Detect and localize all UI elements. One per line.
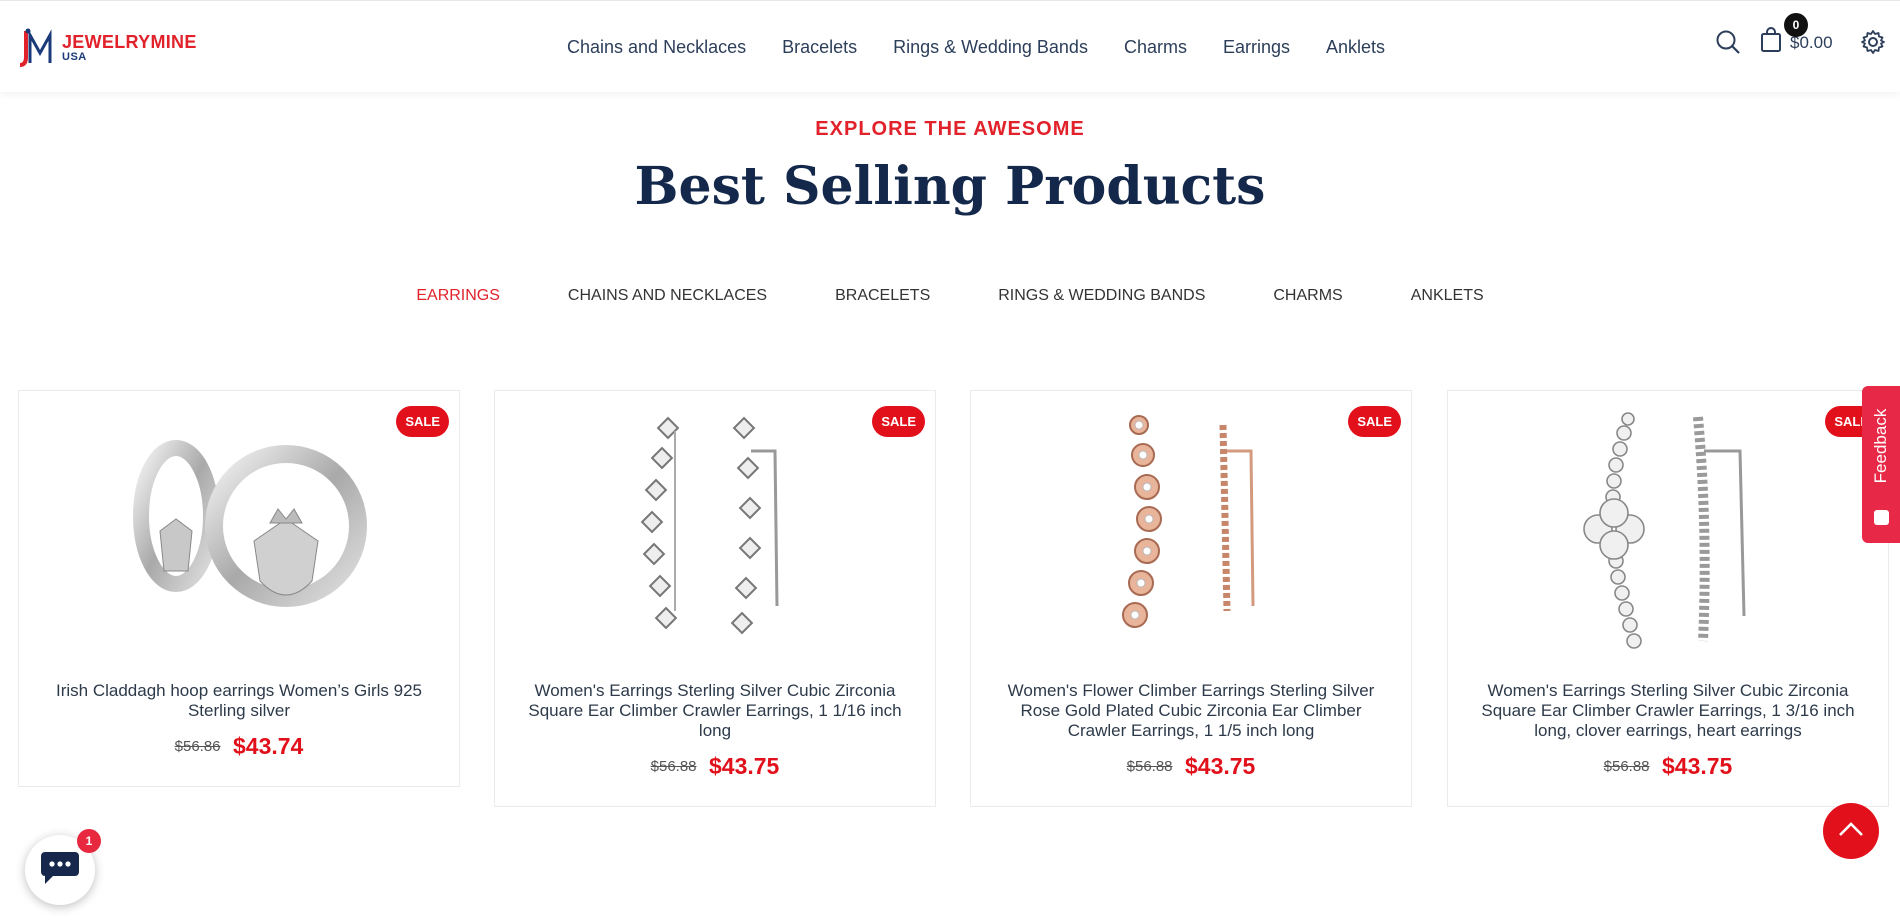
product-image[interactable]: SALE	[495, 391, 935, 681]
site-logo[interactable]: JEWELRYMINE USA	[19, 27, 197, 69]
tab-bracelets[interactable]: BRACELETS	[835, 287, 930, 305]
logo-mark-icon	[19, 27, 58, 69]
product-image[interactable]: SALE	[1448, 391, 1888, 681]
sale-price: $43.74	[232, 733, 304, 759]
chat-unread-badge: 1	[77, 829, 101, 853]
logo-sub: USA	[62, 51, 87, 63]
section-eyebrow: EXPLORE THE AWESOME	[815, 118, 1085, 140]
flower-climber-earrings-image	[1122, 415, 1255, 628]
sale-badge: SALE	[872, 406, 925, 437]
tab-earrings[interactable]: EARRINGS	[416, 287, 500, 305]
section-title: Best Selling Products	[634, 156, 1266, 217]
nav-earrings[interactable]: Earrings	[1223, 37, 1290, 58]
cart-count-badge: 0	[1784, 13, 1808, 37]
site-header: JEWELRYMINE USA Chains and Necklaces Bra…	[0, 0, 1900, 92]
sale-badge: SALE	[1348, 406, 1401, 437]
logo-brand: JEWELRYMINE	[62, 32, 197, 52]
back-to-top-button[interactable]	[1823, 803, 1879, 859]
tab-anklets[interactable]: ANKLETS	[1411, 287, 1484, 305]
chevron-up-icon	[1838, 821, 1864, 842]
product-title[interactable]: Women's Earrings Sterling Silver Cubic Z…	[495, 681, 935, 741]
tab-chains-and-necklaces[interactable]: CHAINS AND NECKLACES	[568, 287, 767, 305]
product-image[interactable]: SALE	[971, 391, 1411, 681]
product-title[interactable]: Women's Earrings Sterling Silver Cubic Z…	[1448, 681, 1888, 741]
old-price: $56.88	[1126, 758, 1173, 775]
product-card[interactable]: SALE Women's Earrings Sterling Silver Cu	[494, 390, 936, 807]
nav-rings-wedding-bands[interactable]: Rings & Wedding Bands	[893, 37, 1088, 58]
feedback-label: Feedback	[1871, 408, 1890, 484]
square-ear-climber-earrings-image	[640, 416, 779, 635]
gear-icon[interactable]	[1860, 29, 1886, 60]
nav-anklets[interactable]: Anklets	[1326, 37, 1385, 58]
old-price: $56.86	[174, 738, 221, 755]
sale-price: $43.75	[1661, 753, 1733, 779]
product-card[interactable]: SALE Women's Earrings Sterling Silver Cu…	[1447, 390, 1889, 807]
product-title[interactable]: Irish Claddagh hoop earrings Women’s Gir…	[19, 681, 459, 721]
main-nav: Chains and Necklaces Bracelets Rings & W…	[567, 37, 1385, 58]
feedback-icon	[1874, 510, 1889, 525]
category-tabs: EARRINGS CHAINS AND NECKLACES BRACELETS …	[0, 287, 1900, 305]
nav-chains-and-necklaces[interactable]: Chains and Necklaces	[567, 37, 746, 58]
clover-heart-climber-earrings-image	[1583, 412, 1746, 649]
sale-price: $43.75	[1184, 753, 1256, 779]
sale-price: $43.75	[708, 753, 780, 779]
old-price: $56.88	[1603, 758, 1650, 775]
shopping-bag-icon	[1760, 27, 1782, 58]
product-card[interactable]: SALE Irish Claddagh hoop earrings Women’…	[18, 390, 460, 787]
tab-rings-wedding-bands[interactable]: RINGS & WEDDING BANDS	[998, 287, 1205, 305]
feedback-tab[interactable]: Feedback	[1862, 386, 1900, 543]
product-image[interactable]: SALE	[19, 391, 459, 681]
claddagh-hoop-earrings-image	[133, 440, 367, 607]
product-title[interactable]: Women's Flower Climber Earrings Sterling…	[971, 681, 1411, 741]
search-icon[interactable]	[1715, 29, 1741, 60]
chat-widget-button[interactable]: 1	[25, 829, 101, 905]
nav-bracelets[interactable]: Bracelets	[782, 37, 857, 58]
nav-charms[interactable]: Charms	[1124, 37, 1187, 58]
old-price: $56.88	[650, 758, 697, 775]
chat-bubble-icon	[39, 850, 81, 891]
product-card[interactable]: SALE Women's Flower Climber Earrings Ste…	[970, 390, 1412, 807]
sale-badge: SALE	[396, 406, 449, 437]
cart-button[interactable]: 0 $0.00	[1760, 13, 1833, 58]
tab-charms[interactable]: CHARMS	[1273, 287, 1342, 305]
